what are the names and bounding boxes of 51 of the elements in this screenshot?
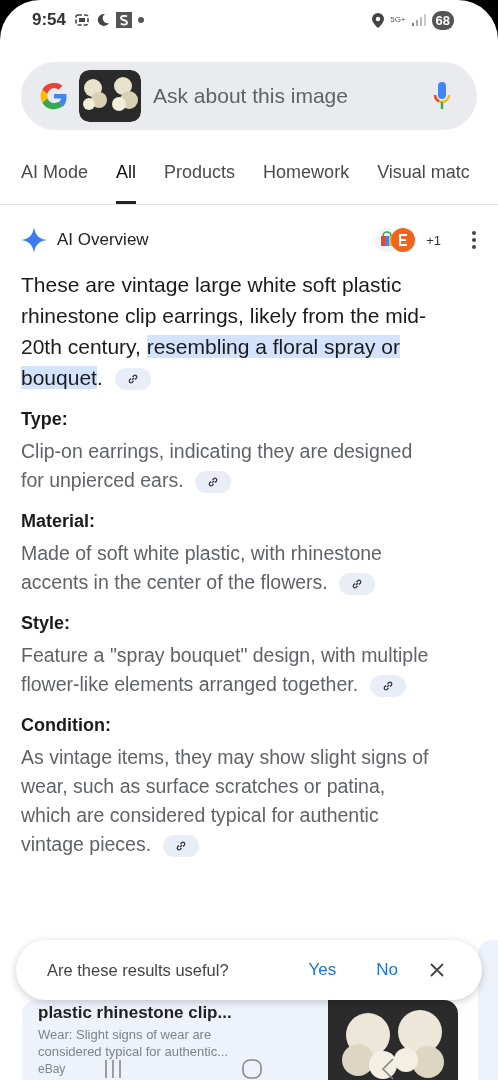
sparkle-icon — [21, 227, 47, 253]
source-count[interactable]: +1 — [426, 232, 441, 248]
tab[interactable]: All — [116, 152, 137, 204]
section-heading: Style: — [21, 612, 72, 635]
section-text: Clip-on earrings, indicating they are designed for unpierced ears. — [21, 439, 414, 495]
tab[interactable]: Homework — [263, 152, 350, 204]
more-options-icon[interactable] — [471, 230, 477, 250]
tab[interactable]: Visual matc — [377, 152, 470, 204]
section-text: As vintage items, they may show slight signs of wear, such as surface scratches or patina, which are considered typical for authentic vintage pieces. — [21, 745, 430, 859]
source-link-button[interactable] — [114, 368, 151, 391]
search-field[interactable]: Ask about this image — [151, 83, 423, 109]
overview-title: AI Overview — [57, 230, 149, 250]
screenshot-icon — [74, 12, 91, 28]
section-heading: Condition: — [21, 714, 112, 737]
section-text: Feature a "spray bouquet" design, with multiple flower-like elements arranged together. — [21, 643, 430, 699]
back-icon[interactable] — [381, 1058, 395, 1080]
link-icon — [207, 475, 219, 488]
source-link-button[interactable] — [162, 834, 199, 857]
no-button[interactable]: No — [368, 956, 406, 984]
battery-level: 68 — [431, 10, 454, 30]
result-title: plastic rhinestone clip... — [38, 1003, 232, 1023]
dot-icon — [138, 17, 145, 23]
signal-icon — [411, 14, 426, 26]
section-heading: Material: — [21, 510, 97, 533]
overview-summary: These are vintage large white soft plastic rhinestone clip earrings, likely from the mid-20th century, resembling a floral spray or bouquet. — [21, 272, 427, 393]
result-source: eBay — [38, 1062, 66, 1076]
home-icon[interactable] — [241, 1058, 263, 1080]
section-text: Made of soft white plastic, with rhinestone accents in the center of the flowers. — [21, 541, 383, 597]
result-snippet: Wear: Slight signs of wear are considered typical for authentic... — [38, 1026, 230, 1060]
result-card[interactable]: plastic rhinestone clip... Wear: Slight signs of wear are considered typical for authentic... eBay — [22, 1000, 458, 1080]
source-link-button[interactable] — [195, 470, 231, 493]
location-icon — [372, 12, 385, 28]
link-icon — [126, 373, 139, 386]
source-link-button[interactable] — [369, 674, 406, 697]
app-s-icon — [116, 12, 133, 28]
network-label: 5G+ — [390, 16, 406, 24]
feedback-question: Are these results useful? — [47, 960, 230, 980]
tab[interactable]: AI Mode — [21, 152, 89, 204]
source-link-button[interactable] — [339, 572, 376, 595]
link-icon — [351, 577, 364, 590]
link-icon — [381, 679, 394, 692]
source-logos-icon[interactable] — [374, 227, 417, 253]
tab[interactable]: Products — [164, 152, 236, 204]
microphone-icon[interactable] — [433, 81, 451, 111]
yes-button[interactable]: Yes — [300, 956, 345, 984]
status-time: 9:54 — [32, 10, 67, 30]
moon-icon — [96, 13, 111, 27]
google-logo-icon — [39, 81, 69, 111]
close-icon[interactable] — [430, 963, 444, 977]
link-icon — [174, 839, 187, 852]
section-heading: Type: — [21, 408, 69, 431]
